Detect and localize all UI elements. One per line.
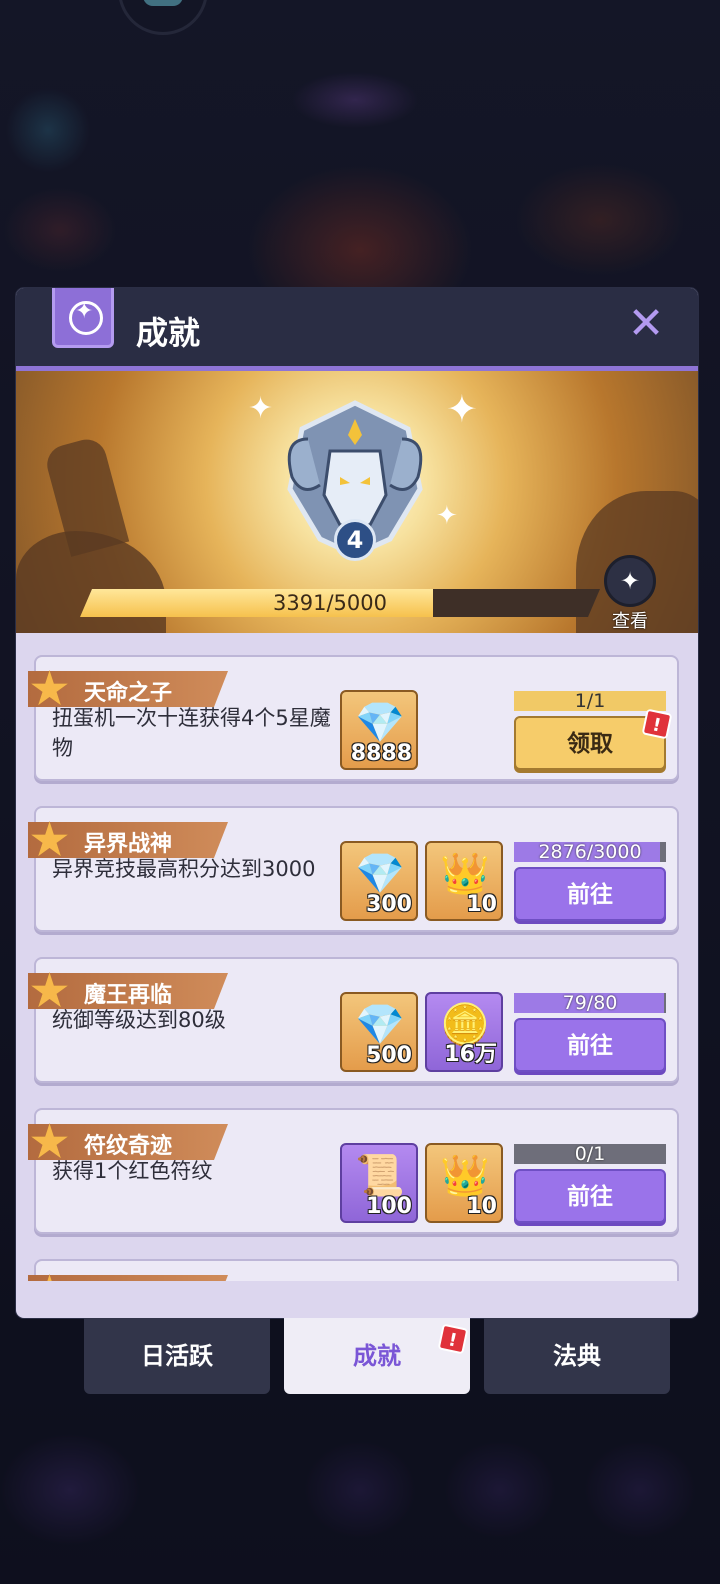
achievement-progress-bar: 3391/5000 <box>80 589 600 617</box>
alert-icon: ! <box>437 1323 469 1355</box>
dialog-header: 成就 ✕ <box>16 288 698 368</box>
reward-item[interactable]: 🪙 16万 <box>425 992 503 1072</box>
reward-quantity: 8888 <box>350 741 412 766</box>
reward-quantity: 500 <box>366 1043 412 1068</box>
dialog-title: 成就 <box>136 314 201 352</box>
alert-icon: ! <box>641 708 673 740</box>
compass-icon: ✦ <box>604 555 656 607</box>
sparkle-icon: ✦ <box>446 387 478 431</box>
go-button[interactable]: 前往 <box>514 1018 666 1072</box>
achievement-progress-bar: 79/80 <box>514 993 666 1013</box>
achievement-progress-bar: 0/1 <box>514 1144 666 1164</box>
achievement-progress-bar: 2876/3000 <box>514 842 666 862</box>
reward-quantity: 300 <box>366 892 412 917</box>
progress-text: 2876/3000 <box>538 841 642 863</box>
achievement-dialog: 成就 ✕ ✦ ✦ ✦ 4 3391/5000 ✦ 查看 ★天命之子扭蛋机一次十连… <box>16 288 698 1318</box>
reward-item[interactable]: 📜 100 <box>340 1143 418 1223</box>
reward-quantity: 10 <box>466 892 497 917</box>
reward-quantity: 16万 <box>444 1042 497 1067</box>
achievement-description: 统御等级达到80级 <box>52 1008 226 1032</box>
progress-text: 1/1 <box>574 690 606 712</box>
achievement-banner: ✦ ✦ ✦ 4 3391/5000 ✦ 查看 <box>16 371 698 633</box>
tab-daily-active[interactable]: 日活跃 <box>84 1318 270 1394</box>
achievement-progress-bar: 1/1 <box>514 691 666 711</box>
go-button[interactable]: 前往 <box>514 1169 666 1223</box>
progress-text: 0/1 <box>574 1143 606 1165</box>
achievement-list[interactable]: ★ 天命之子 扭蛋机一次十连获得4个5星魔物 💎 8888 1/1 领取! ★ 异界战神 异界竞技… <box>16 633 698 1281</box>
reward-quantity: 100 <box>366 1194 412 1219</box>
reward-item[interactable]: 👑 10 <box>425 841 503 921</box>
sparkle-icon: ✦ <box>436 501 458 531</box>
star-icon: ★ <box>28 1269 76 1281</box>
reward-item[interactable]: 👑 10 <box>425 1143 503 1223</box>
view-button[interactable]: ✦ 查看 <box>600 555 660 633</box>
go-button[interactable]: 前往 <box>514 867 666 921</box>
reward-item[interactable]: 💎 8888 <box>340 690 418 770</box>
reward-quantity: 10 <box>466 1194 497 1219</box>
close-icon[interactable]: ✕ <box>622 300 670 348</box>
reward-item[interactable]: 💎 300 <box>340 841 418 921</box>
achievement-title: 贪婪之心 <box>84 1279 172 1281</box>
view-label: 查看 <box>612 611 648 632</box>
achievement-description: 获得1个红色符纹 <box>52 1159 213 1183</box>
achievement-level: 4 <box>334 519 376 561</box>
achievement-description: 扭蛋机一次十连获得4个5星魔物 <box>52 706 331 760</box>
progress-text: 79/80 <box>562 992 618 1014</box>
sparkle-icon: ✦ <box>248 391 274 426</box>
achievement-description: 异界竞技最高积分达到3000 <box>52 857 316 881</box>
reward-item[interactable]: 💎 500 <box>340 992 418 1072</box>
achievement-badge-icon <box>52 288 114 348</box>
tab-codex[interactable]: 法典 <box>484 1318 670 1394</box>
progress-text: 3391/5000 <box>273 591 387 615</box>
